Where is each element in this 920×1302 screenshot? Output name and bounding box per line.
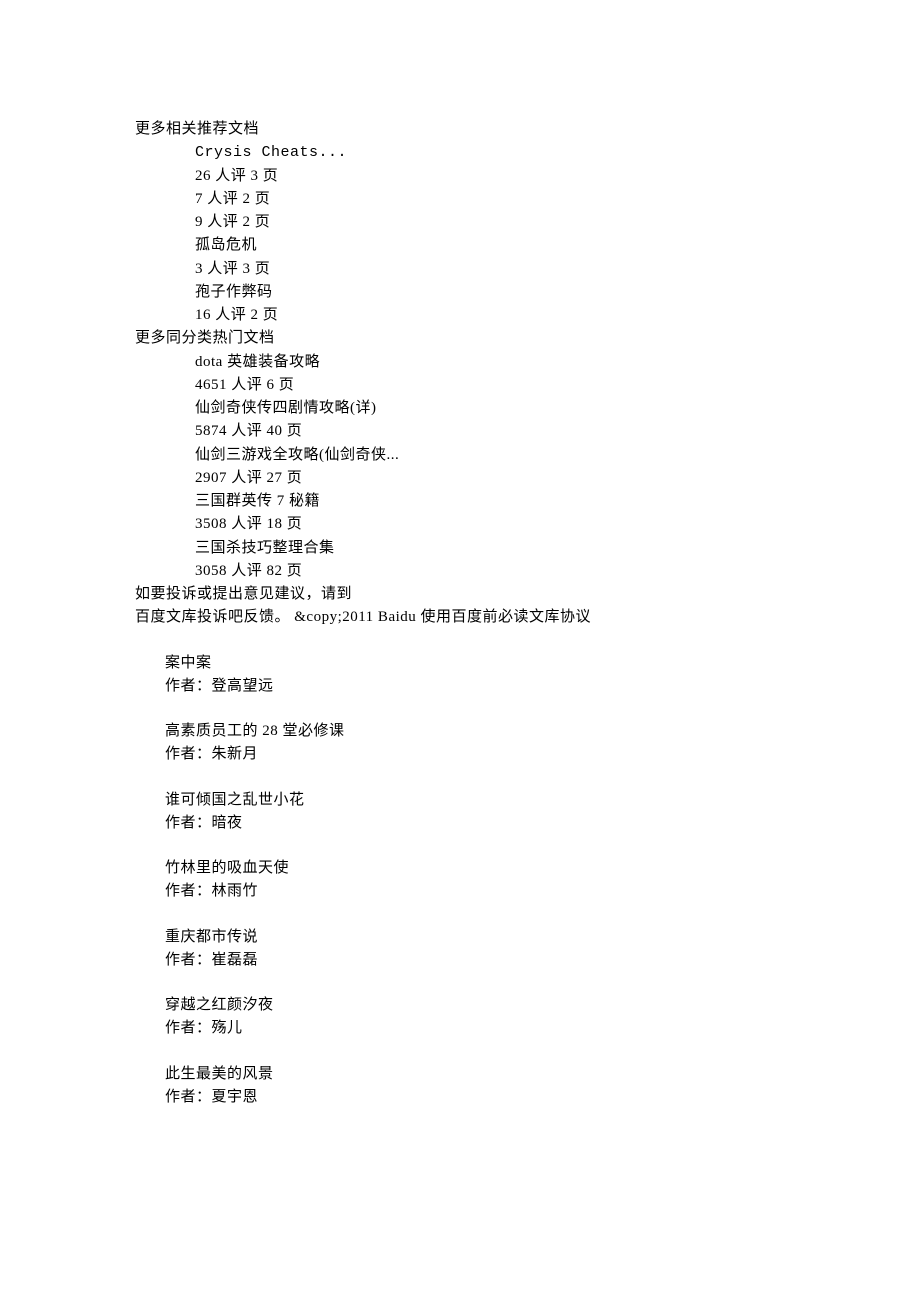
book-title: 重庆都市传说 [135,926,920,949]
footer-line-2: 百度文库投诉吧反馈。 &copy;2011 Baidu 使用百度前必读文库协议 [135,606,920,629]
doc-item-meta: 16 人评 2 页 [135,304,920,327]
doc-item-meta: 3 人评 3 页 [135,258,920,281]
book-title: 竹林里的吸血天使 [135,857,920,880]
doc-item-meta: 4651 人评 6 页 [135,374,920,397]
book-author: 作者：夏宇恩 [135,1086,920,1109]
doc-item-meta: 3508 人评 18 页 [135,513,920,536]
book-author: 作者：林雨竹 [135,880,920,903]
section2-title: 更多同分类热门文档 [135,327,920,350]
book-item: 穿越之红颜汐夜 作者：殇儿 [135,994,920,1041]
footer-line-1: 如要投诉或提出意见建议，请到 [135,583,920,606]
doc-item-meta: 9 人评 2 页 [135,211,920,234]
section1-title: 更多相关推荐文档 [135,118,920,141]
doc-item-title: 孤岛危机 [135,234,920,257]
book-title: 案中案 [135,652,920,675]
book-item: 谁可倾国之乱世小花 作者：暗夜 [135,789,920,836]
doc-item-meta: 7 人评 2 页 [135,188,920,211]
book-item: 案中案 作者：登高望远 [135,652,920,699]
doc-item-title: 仙剑奇侠传四剧情攻略(详) [135,397,920,420]
document-page: 更多相关推荐文档 Crysis Cheats... 26 人评 3 页 7 人评… [0,0,920,1149]
book-title: 穿越之红颜汐夜 [135,994,920,1017]
book-author: 作者：登高望远 [135,675,920,698]
doc-item-meta: 5874 人评 40 页 [135,420,920,443]
doc-item-title: 三国群英传 7 秘籍 [135,490,920,513]
book-item: 重庆都市传说 作者：崔磊磊 [135,926,920,973]
doc-item-title: 三国杀技巧整理合集 [135,537,920,560]
doc-item-title: Crysis Cheats... [135,141,920,164]
book-author: 作者：朱新月 [135,743,920,766]
book-item: 高素质员工的 28 堂必修课 作者：朱新月 [135,720,920,767]
doc-item-meta: 26 人评 3 页 [135,165,920,188]
doc-item-title: dota 英雄装备攻略 [135,351,920,374]
book-item: 此生最美的风景 作者：夏宇恩 [135,1063,920,1110]
book-author: 作者：崔磊磊 [135,949,920,972]
book-title: 谁可倾国之乱世小花 [135,789,920,812]
doc-item-meta: 2907 人评 27 页 [135,467,920,490]
doc-item-title: 孢子作弊码 [135,281,920,304]
doc-item-title: 仙剑三游戏全攻略(仙剑奇侠... [135,444,920,467]
book-item: 竹林里的吸血天使 作者：林雨竹 [135,857,920,904]
book-title: 此生最美的风景 [135,1063,920,1086]
book-author: 作者：殇儿 [135,1017,920,1040]
doc-item-meta: 3058 人评 82 页 [135,560,920,583]
book-author: 作者：暗夜 [135,812,920,835]
book-title: 高素质员工的 28 堂必修课 [135,720,920,743]
